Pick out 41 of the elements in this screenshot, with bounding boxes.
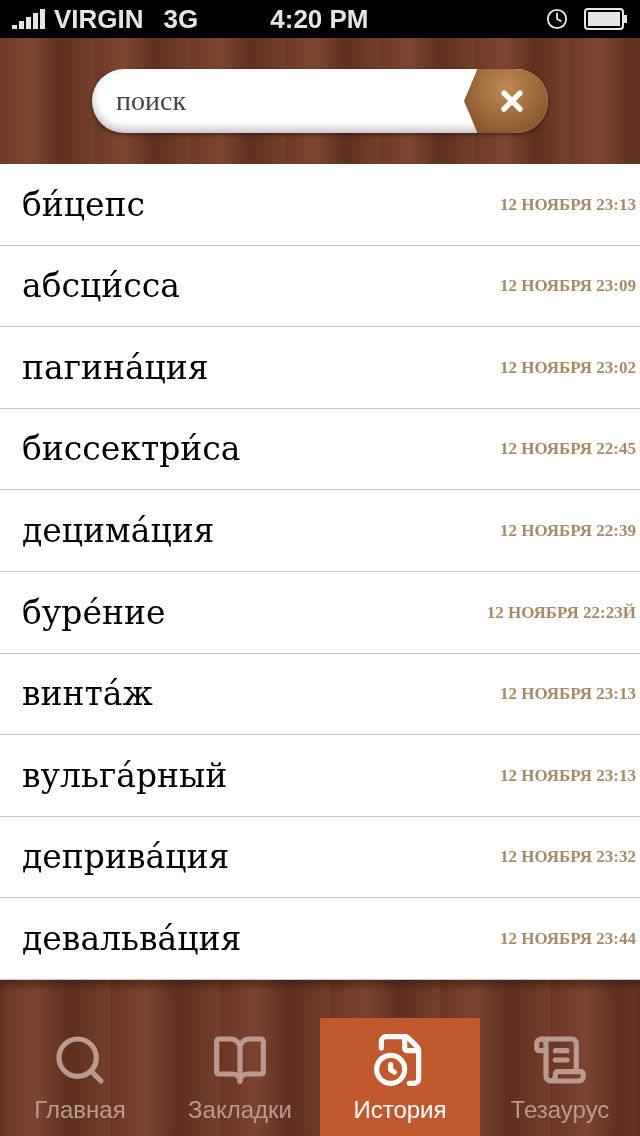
signal-icon bbox=[12, 9, 46, 29]
clear-button[interactable] bbox=[464, 69, 548, 133]
history-row[interactable]: вульга́рный 12 НОЯБРЯ 23:13 bbox=[0, 735, 640, 817]
tab[interactable]: История bbox=[320, 1018, 480, 1136]
history-word: децима́ция bbox=[22, 509, 215, 552]
status-time: 4:20 PM bbox=[270, 2, 369, 36]
battery-icon bbox=[584, 8, 628, 30]
history-word: пагина́ция bbox=[22, 346, 209, 389]
history-date: 12 НОЯБРЯ 23:44 bbox=[499, 927, 637, 950]
history-word: буре́ние bbox=[22, 591, 166, 634]
history-date: 12 НОЯБРЯ 23:09 bbox=[499, 275, 637, 298]
history-row[interactable]: децима́ция 12 НОЯБРЯ 22:39 bbox=[0, 490, 640, 572]
history-row[interactable]: биссектри́са 12 НОЯБРЯ 22:45 bbox=[0, 408, 640, 491]
history-date: 12 НОЯБРЯ 23:13 bbox=[499, 193, 637, 216]
history-word: винта́ж bbox=[22, 673, 153, 716]
history-row[interactable]: деприва́ция 12 НОЯБРЯ 23:32 bbox=[0, 816, 640, 899]
history-date: 12 НОЯБРЯ 23:02 bbox=[499, 356, 637, 379]
history-row[interactable]: пагина́ция 12 НОЯБРЯ 23:02 bbox=[0, 327, 640, 409]
history-date: 12 НОЯБРЯ 23:32 bbox=[499, 846, 637, 869]
carrier-name: VIRGIN bbox=[54, 2, 144, 36]
history-date: 12 НОЯБРЯ 22:45 bbox=[499, 438, 637, 461]
history-word: биссектри́са bbox=[22, 428, 241, 471]
tab[interactable]: Главная bbox=[0, 1018, 160, 1136]
history-date: 12 НОЯБРЯ 23:13 bbox=[499, 683, 637, 706]
history-word: девальва́ция bbox=[22, 917, 242, 960]
history-row[interactable]: би́цепс 12 НОЯБРЯ 23:13 bbox=[0, 164, 640, 246]
history-word: би́цепс bbox=[22, 183, 146, 226]
search-field[interactable]: поиск bbox=[92, 69, 548, 133]
history-row[interactable]: буре́ние 12 НОЯБРЯ 22:23Й bbox=[0, 571, 640, 654]
history-row[interactable]: девальва́ция 12 НОЯБРЯ 23:44 bbox=[0, 898, 640, 980]
history-word: деприва́ция bbox=[22, 836, 230, 879]
history-row[interactable]: абсци́сса 12 НОЯБРЯ 23:09 bbox=[0, 245, 640, 328]
history-word: абсци́сса bbox=[22, 265, 180, 308]
search-input[interactable]: поиск bbox=[92, 80, 464, 122]
history-word: вульга́рный bbox=[22, 754, 228, 797]
history-date: 12 НОЯБРЯ 23:13 bbox=[499, 764, 637, 787]
history-date: 12 НОЯБРЯ 22:39 bbox=[499, 519, 637, 542]
network-type: 3G bbox=[163, 2, 199, 36]
history-date: 12 НОЯБРЯ 22:23Й bbox=[486, 601, 637, 624]
alarm-icon bbox=[546, 8, 568, 30]
history-row[interactable]: винта́ж 12 НОЯБРЯ 23:13 bbox=[0, 653, 640, 736]
